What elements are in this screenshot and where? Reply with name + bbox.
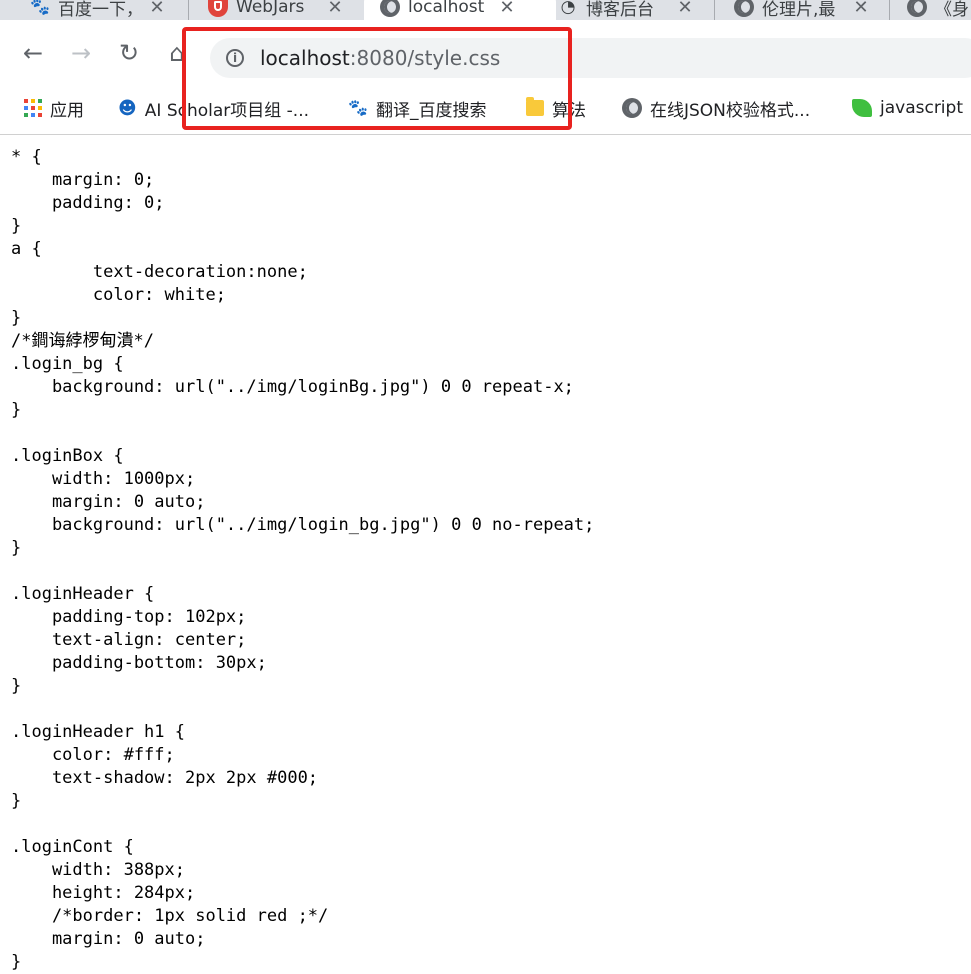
tab-separator	[714, 0, 715, 20]
reload-icon: ↻	[118, 39, 140, 67]
bookmark-ai-scholar[interactable]: ☻ AI Scholar项目组 -...	[118, 94, 309, 122]
bookmark-label: AI Scholar项目组 -...	[144, 100, 310, 121]
bookmark-label: 在线JSON校验格式...	[650, 100, 811, 121]
tab-title: 《身	[935, 0, 969, 20]
reload-button[interactable]: ↻	[114, 38, 144, 68]
mascot-icon: ☻	[118, 97, 137, 119]
bookmark-baidu-translate[interactable]: 🐾 翻译_百度搜索	[348, 94, 487, 122]
baidu-paw-icon: 🐾	[30, 0, 50, 16]
tab-blog-admin[interactable]: ◔ 博客后台 ✕	[558, 0, 694, 20]
bookmark-label: javascript	[880, 98, 963, 118]
tab-title: 伦理片,最	[762, 0, 836, 20]
arrow-right-icon: →	[70, 39, 92, 67]
tab-separator	[889, 0, 890, 20]
leaf-icon	[852, 99, 872, 117]
info-icon[interactable]: i	[226, 49, 244, 67]
baidu-paw-icon: 🐾	[348, 98, 368, 117]
bookmark-json-validator[interactable]: 在线JSON校验格式...	[622, 94, 810, 122]
bookmark-label: 算法	[552, 100, 586, 121]
tab-movie[interactable]: 伦理片,最 ✕	[734, 0, 870, 20]
close-icon[interactable]: ✕	[498, 0, 516, 18]
home-icon: ⌂	[169, 39, 185, 67]
apps-grid-icon	[24, 99, 42, 117]
tab-webjars[interactable]: WebJars ✕	[208, 0, 344, 20]
tab-title: 百度一下，	[58, 0, 140, 20]
close-icon[interactable]: ✕	[852, 0, 870, 18]
close-icon[interactable]: ✕	[326, 0, 344, 18]
address-bar[interactable]: i localhost:8080/style.css	[210, 38, 971, 78]
browser-toolbar: ← → ↻ ⌂ i localhost:8080/style.css	[0, 20, 971, 94]
bookmarks-bar: 应用 ☻ AI Scholar项目组 -... 🐾 翻译_百度搜索 算法 在线J…	[0, 94, 971, 135]
globe-icon	[907, 0, 927, 17]
bookmark-label: 应用	[50, 100, 84, 121]
tab-book[interactable]: 《身	[907, 0, 971, 20]
back-button[interactable]: ←	[18, 38, 48, 68]
globe-icon	[734, 0, 754, 17]
tab-title: 博客后台	[586, 0, 654, 20]
home-button[interactable]: ⌂	[162, 38, 192, 68]
folder-icon	[526, 97, 544, 116]
css-source-text: * { margin: 0; padding: 0; } a { text-de…	[11, 147, 595, 972]
bookmark-algorithms[interactable]: 算法	[526, 94, 586, 122]
tab-separator	[188, 0, 189, 20]
bookmark-javascript[interactable]: javascript	[852, 94, 963, 122]
url-text[interactable]: localhost:8080/style.css	[260, 46, 500, 70]
tab-localhost[interactable]: localhost ✕	[364, 0, 556, 20]
url-path: :8080/style.css	[349, 46, 501, 70]
globe-icon	[622, 98, 642, 118]
forward-button[interactable]: →	[66, 38, 96, 68]
arrow-left-icon: ←	[22, 39, 44, 67]
tab-title: WebJars	[236, 0, 305, 17]
bookmark-label: 翻译_百度搜索	[376, 100, 487, 121]
tab-title: localhost	[408, 0, 485, 17]
github-cat-icon: ◔	[560, 0, 576, 17]
url-host: localhost	[260, 46, 350, 70]
bookmark-apps[interactable]: 应用	[24, 94, 84, 122]
globe-icon	[380, 0, 400, 17]
webjars-shield-icon	[208, 0, 228, 17]
tab-baidu[interactable]: 🐾 百度一下， ✕	[30, 0, 166, 20]
tab-strip: 🐾 百度一下， ✕ WebJars ✕ localhost ✕ ◔ 博客后台 ✕…	[0, 0, 971, 20]
close-icon[interactable]: ✕	[148, 0, 166, 18]
close-icon[interactable]: ✕	[676, 0, 694, 18]
